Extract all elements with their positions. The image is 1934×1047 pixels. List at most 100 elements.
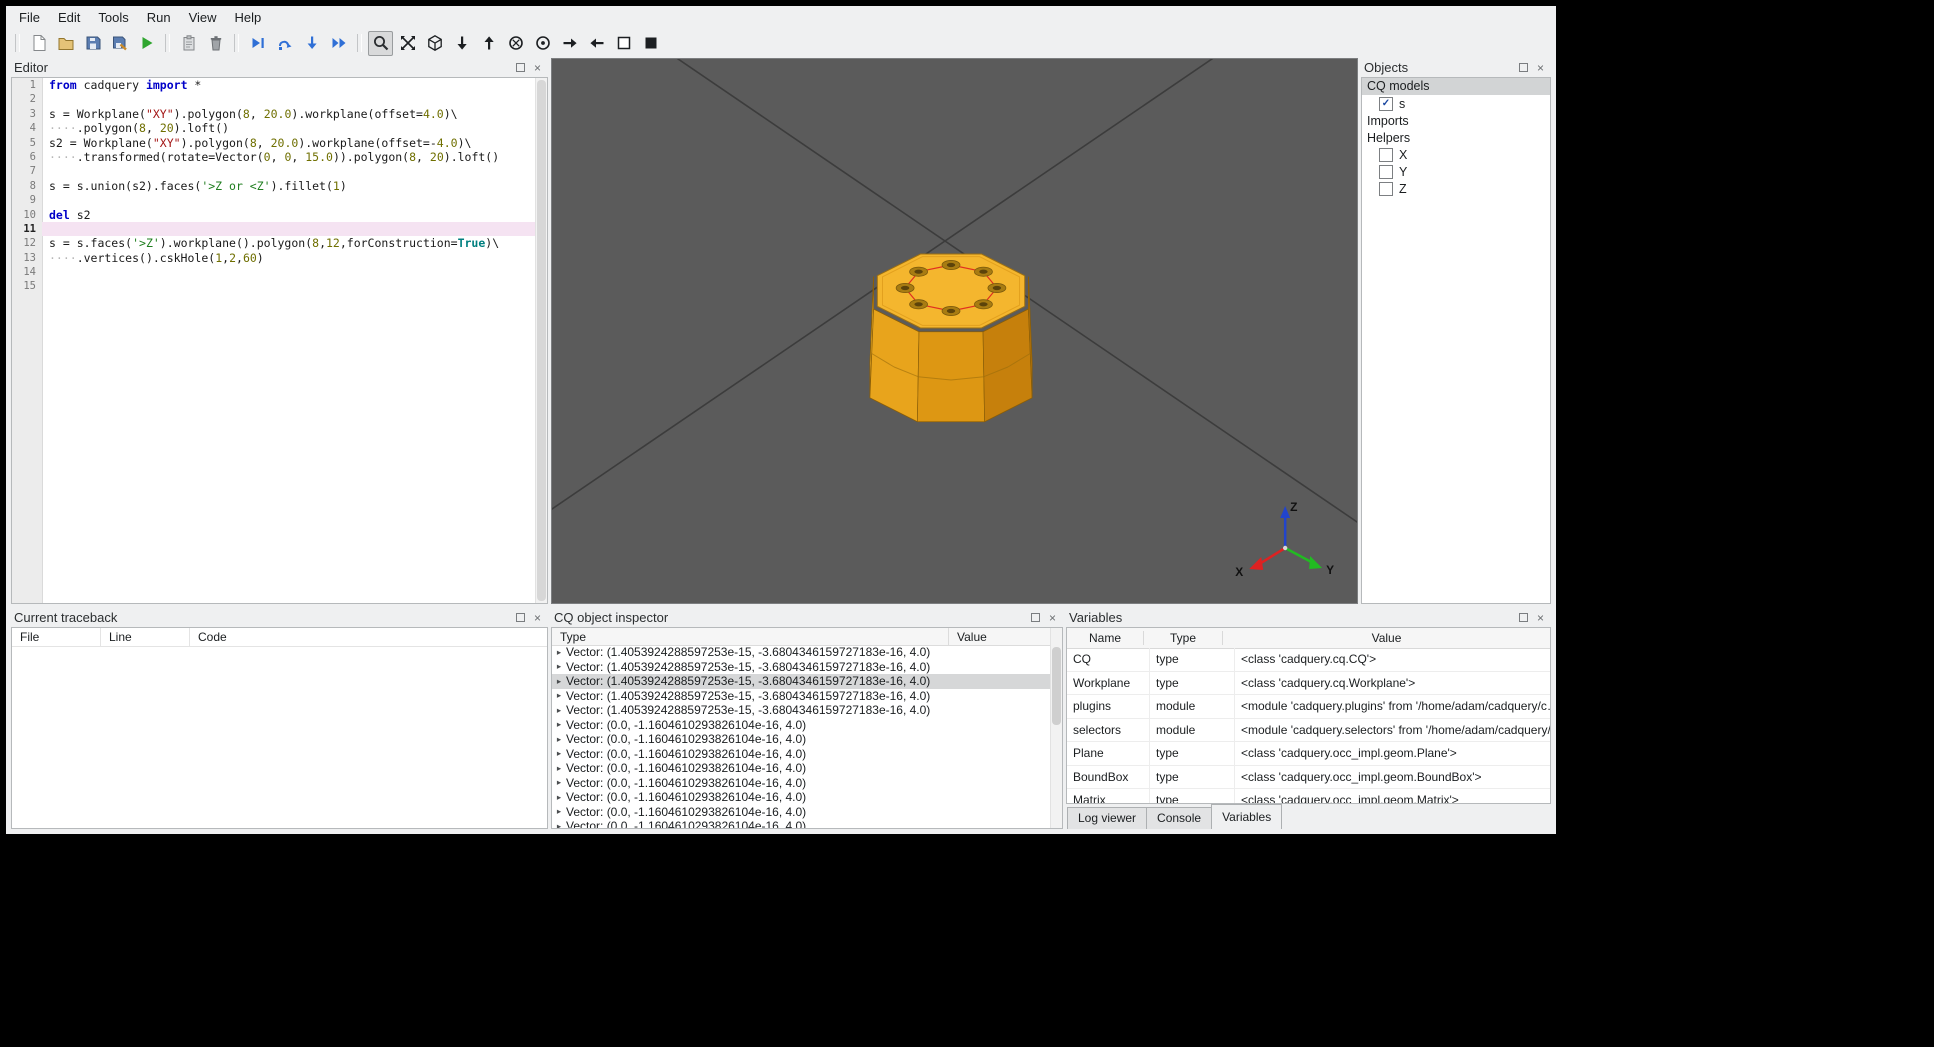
variable-row[interactable]: selectors module <module 'cadquery.selec… (1067, 718, 1550, 742)
tree-item-z[interactable]: Z (1362, 180, 1550, 197)
checkbox-x[interactable] (1379, 147, 1393, 162)
inspector-row[interactable]: ▸ Vector: (0.0, -1.1604610293826104e-16,… (552, 805, 1051, 820)
tree-group-cq-models[interactable]: CQ models (1362, 78, 1550, 95)
toolbar-handle[interactable] (15, 34, 20, 52)
float-panel-button[interactable] (513, 611, 528, 625)
expand-arrow-icon[interactable]: ▸ (552, 821, 566, 828)
copy-button[interactable] (176, 31, 201, 56)
viewport-3d[interactable]: Z Y X (551, 58, 1358, 604)
variable-row[interactable]: Workplane type <class 'cadquery.cq.Workp… (1067, 671, 1550, 695)
code-line[interactable]: 15 (12, 279, 536, 293)
open-file-button[interactable] (53, 31, 78, 56)
variable-row[interactable]: CQ type <class 'cadquery.cq.CQ'> (1067, 648, 1550, 672)
tab-console[interactable]: Console (1146, 807, 1213, 829)
continue-button[interactable] (326, 31, 351, 56)
code-line[interactable]: 3 s = Workplane("XY").polygon(8, 20.0).wo… (12, 107, 536, 121)
delete-button[interactable] (203, 31, 228, 56)
new-file-button[interactable] (26, 31, 51, 56)
close-panel-button[interactable]: × (1045, 611, 1060, 625)
code-line[interactable]: 4 ····.polygon(8, 20).loft() (12, 121, 536, 135)
code-line[interactable]: 6 ····.transformed(rotate=Vector(0, 0, 15… (12, 150, 536, 164)
variable-row[interactable]: Matrix type <class 'cadquery.occ_impl.ge… (1067, 789, 1550, 803)
checkbox-s[interactable]: ✓ (1379, 96, 1393, 111)
left-view-button[interactable] (584, 31, 609, 56)
close-panel-button[interactable]: × (1533, 611, 1548, 625)
checkbox-y[interactable] (1379, 164, 1393, 179)
inspector-row[interactable]: ▸ Vector: (1.4053924288597253e-15, -3.68… (552, 645, 1051, 660)
inspector-row[interactable]: ▸ Vector: (0.0, -1.1604610293826104e-16,… (552, 819, 1051, 828)
expand-arrow-icon[interactable]: ▸ (552, 734, 566, 745)
inspector-row[interactable]: ▸ Vector: (0.0, -1.1604610293826104e-16,… (552, 761, 1051, 776)
menu-help[interactable]: Help (226, 8, 271, 27)
float-panel-button[interactable] (513, 61, 528, 75)
menu-run[interactable]: Run (138, 8, 180, 27)
code-line[interactable]: 5 s2 = Workplane("XY").polygon(8, 20.0).w… (12, 136, 536, 150)
editor-scrollbar[interactable] (535, 78, 547, 603)
inspector-row[interactable]: ▸ Vector: (1.4053924288597253e-15, -3.68… (552, 689, 1051, 704)
expand-arrow-icon[interactable]: ▸ (552, 763, 566, 774)
step-button[interactable] (272, 31, 297, 56)
variable-row[interactable]: BoundBox type <class 'cadquery.occ_impl.… (1067, 765, 1550, 789)
shaded-button[interactable] (638, 31, 663, 56)
bottom-view-button[interactable] (449, 31, 474, 56)
close-panel-button[interactable]: × (1533, 61, 1548, 75)
column-header-type[interactable]: Type (552, 628, 949, 645)
checkbox-z[interactable] (1379, 181, 1393, 196)
code-line[interactable]: 8 s = s.union(s2).faces('>Z or <Z').fille… (12, 179, 536, 193)
expand-arrow-icon[interactable]: ▸ (552, 676, 566, 687)
menu-file[interactable]: File (10, 8, 49, 27)
column-header-code[interactable]: Code (190, 628, 547, 646)
expand-arrow-icon[interactable]: ▸ (552, 792, 566, 803)
code-line[interactable]: 11 (12, 221, 536, 237)
variable-row[interactable]: plugins module <module 'cadquery.plugins… (1067, 695, 1550, 719)
code-line[interactable]: 10 del s2 (12, 208, 536, 222)
run-button[interactable] (134, 31, 159, 56)
expand-arrow-icon[interactable]: ▸ (552, 647, 566, 658)
column-header-type[interactable]: Type (1144, 631, 1223, 645)
code-line[interactable]: 13 ····.vertices().cskHole(1,2,60) (12, 251, 536, 265)
inspector-row[interactable]: ▸ Vector: (1.4053924288597253e-15, -3.68… (552, 674, 1051, 689)
toolbar-handle[interactable] (234, 34, 239, 52)
top-view-button[interactable] (476, 31, 501, 56)
code-line[interactable]: 1 from cadquery import * (12, 78, 536, 92)
code-line[interactable]: 2 (12, 92, 536, 106)
variable-row[interactable]: Plane type <class 'cadquery.occ_impl.geo… (1067, 742, 1550, 766)
float-panel-button[interactable] (1028, 611, 1043, 625)
close-panel-button[interactable]: × (530, 611, 545, 625)
column-header-file[interactable]: File (12, 628, 101, 646)
menu-tools[interactable]: Tools (89, 8, 137, 27)
cad-model[interactable] (869, 253, 1033, 423)
tree-item-x[interactable]: X (1362, 146, 1550, 163)
expand-arrow-icon[interactable]: ▸ (552, 777, 566, 788)
tree-item-s[interactable]: ✓ s (1362, 95, 1550, 112)
float-panel-button[interactable] (1516, 611, 1531, 625)
float-panel-button[interactable] (1516, 61, 1531, 75)
tree-item-y[interactable]: Y (1362, 163, 1550, 180)
step-into-button[interactable] (299, 31, 324, 56)
code-line[interactable]: 7 (12, 164, 536, 178)
column-header-value[interactable]: Value (1223, 631, 1550, 645)
inspector-row[interactable]: ▸ Vector: (0.0, -1.1604610293826104e-16,… (552, 776, 1051, 791)
tab-variables[interactable]: Variables (1211, 804, 1283, 829)
fit-view-button[interactable] (395, 31, 420, 56)
column-header-name[interactable]: Name (1067, 631, 1144, 645)
expand-arrow-icon[interactable]: ▸ (552, 806, 566, 817)
inspector-row[interactable]: ▸ Vector: (1.4053924288597253e-15, -3.68… (552, 660, 1051, 675)
inspector-row[interactable]: ▸ Vector: (1.4053924288597253e-15, -3.68… (552, 703, 1051, 718)
tab-log-viewer[interactable]: Log viewer (1067, 807, 1148, 829)
inspector-row[interactable]: ▸ Vector: (0.0, -1.1604610293826104e-16,… (552, 718, 1051, 733)
scrollbar-thumb[interactable] (537, 80, 546, 601)
wireframe-button[interactable] (611, 31, 636, 56)
inspector-scrollbar[interactable] (1050, 628, 1062, 828)
tree-item-imports[interactable]: Imports (1362, 112, 1550, 129)
code-line[interactable]: 9 (12, 193, 536, 207)
column-header-line[interactable]: Line (101, 628, 190, 646)
toolbar-handle[interactable] (165, 34, 170, 52)
column-header-value[interactable]: Value (949, 630, 1062, 644)
iso-view-button[interactable] (422, 31, 447, 56)
menu-edit[interactable]: Edit (49, 8, 89, 27)
right-view-button[interactable] (557, 31, 582, 56)
back-view-button[interactable] (530, 31, 555, 56)
debug-button[interactable] (245, 31, 270, 56)
tree-item-helpers[interactable]: Helpers (1362, 129, 1550, 146)
